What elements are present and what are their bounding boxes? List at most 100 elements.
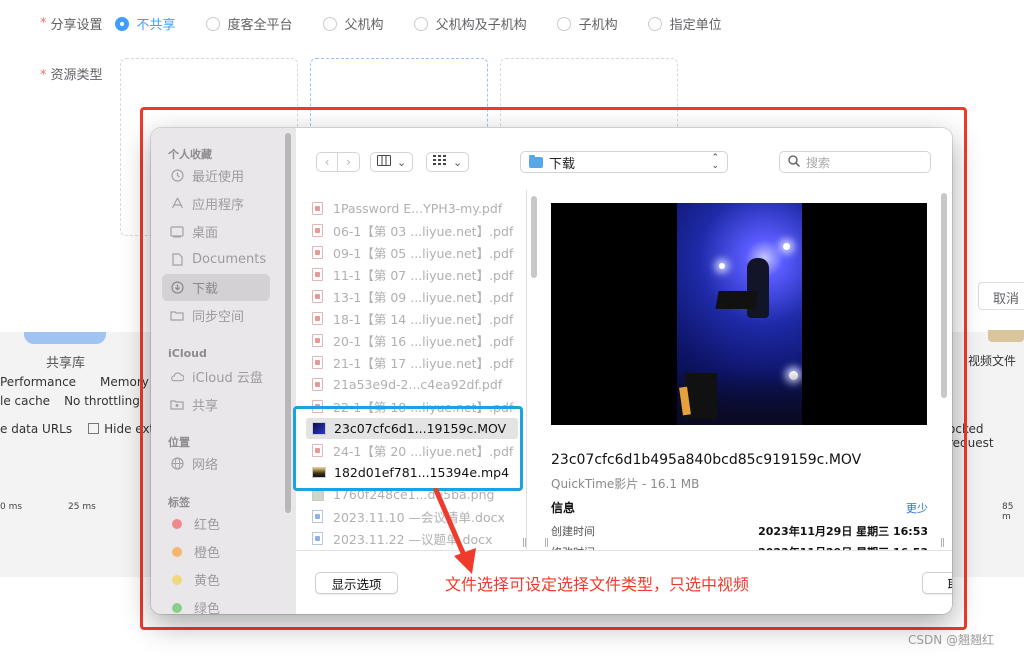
- watermark: CSDN @翘翘红: [908, 633, 995, 647]
- info-key: 创建时间: [551, 525, 595, 538]
- show-options-button[interactable]: 显示选项: [315, 572, 398, 594]
- sidebar-tag-red[interactable]: 红色: [162, 510, 270, 537]
- pdf-file-icon: [312, 268, 323, 281]
- devtools-tab-memory[interactable]: Memory: [100, 375, 149, 389]
- video-preview[interactable]: [551, 203, 927, 425]
- column-view-button[interactable]: ⌄: [370, 152, 414, 172]
- radio-specified[interactable]: 指定单位: [647, 14, 722, 33]
- sidebar-item-network[interactable]: 网络: [162, 450, 270, 477]
- list-item[interactable]: 2023.11.10 —会议清单.docx: [306, 506, 518, 527]
- list-item[interactable]: 24-1【第 20 ...liyue.net】.pdf: [306, 440, 518, 461]
- file-open-dialog: 个人收藏 最近使用 应用程序 桌面 Documents 下载 同步空间 iClo…: [151, 128, 952, 614]
- list-item[interactable]: 2023.11.22 —议题单.docx: [306, 528, 518, 549]
- info-value: 2023年11月29日 星期三 16:53: [758, 525, 928, 538]
- sidebar-item-documents[interactable]: Documents: [162, 246, 270, 273]
- sidebar-item-icloud-drive[interactable]: iCloud 云盘: [162, 363, 270, 390]
- location-label: 下载: [549, 156, 576, 172]
- devtools-tab-performance[interactable]: Performance: [0, 375, 76, 389]
- image-file-icon: [312, 488, 324, 501]
- sidebar-item-label: 下载: [192, 282, 219, 297]
- info-heading: 信息: [551, 501, 576, 515]
- sidebar-item-label: 同步空间: [192, 310, 245, 325]
- sidebar-scrollbar[interactable]: [285, 133, 291, 513]
- share-setting-row: * 分享设置 不共享 度客全平台 父机构 父机构及子机构 子机构 指定单位: [40, 14, 722, 33]
- radio-parent[interactable]: 父机构: [322, 14, 384, 33]
- column-resize-handle[interactable]: ||: [940, 538, 945, 548]
- list-item[interactable]: 06-1【第 03 ...liyue.net】.pdf: [306, 220, 518, 241]
- annotation-text: 文件选择可设定选择文件类型，只选中视频: [445, 575, 750, 594]
- list-item[interactable]: 11-1【第 07 ...liyue.net】.pdf: [306, 264, 518, 285]
- list-item[interactable]: 13-1【第 09 ...liyue.net】.pdf: [306, 286, 518, 307]
- radio-platform[interactable]: 度客全平台: [205, 14, 293, 33]
- chevron-left-icon: ‹: [324, 155, 330, 169]
- sidebar-tag-orange[interactable]: 橙色: [162, 538, 270, 565]
- tag-color-dot: [172, 574, 182, 585]
- icloud-heading: iCloud: [168, 347, 207, 360]
- throttling-select[interactable]: No throttling: [64, 394, 140, 408]
- radio-parent-child[interactable]: 父机构及子机构: [413, 14, 527, 33]
- list-item[interactable]: 182d01ef781...15394e.mp4: [306, 462, 518, 483]
- list-item[interactable]: 22-1【第 18 ...liyue.net】.pdf: [306, 396, 518, 417]
- list-item[interactable]: 1Password E...YPH3-my.pdf: [306, 198, 518, 219]
- sidebar-item-sync[interactable]: 同步空间: [162, 302, 270, 329]
- video-file-icon: [312, 467, 326, 478]
- folder-icon: [170, 309, 184, 323]
- sidebar-item-label: 橙色: [194, 546, 221, 561]
- pdf-file-icon: [312, 312, 323, 325]
- list-item-selected[interactable]: 23c07cfc6d1...19159c.MOV: [306, 418, 518, 439]
- dialog-sidebar: 个人收藏 最近使用 应用程序 桌面 Documents 下载 同步空间 iClo…: [151, 128, 296, 614]
- grid-icon: [433, 155, 447, 169]
- cloud-icon: [170, 370, 184, 384]
- sidebar-item-label: 红色: [194, 518, 221, 533]
- music-stand: [715, 291, 759, 309]
- clock-icon: [170, 169, 184, 183]
- performer: [747, 258, 769, 318]
- columns-icon: [377, 155, 391, 169]
- preview-scrollbar[interactable]: [941, 193, 947, 398]
- sidebar-item-label: 共享: [192, 399, 219, 414]
- forward-button[interactable]: ›: [338, 152, 360, 172]
- column-resize-handle[interactable]: ||: [522, 538, 527, 548]
- sidebar-tag-green[interactable]: 绿色: [162, 594, 270, 614]
- show-less-link[interactable]: 更少: [906, 500, 928, 516]
- column-resize-handle[interactable]: ||: [544, 538, 549, 548]
- share-setting-label: 分享设置: [50, 18, 103, 33]
- location-select[interactable]: 下载 ⌃ ⌄: [520, 151, 728, 173]
- list-item[interactable]: 20-1【第 16 ...liyue.net】.pdf: [306, 330, 518, 351]
- search-input[interactable]: 搜索: [779, 151, 931, 173]
- download-icon: [170, 281, 184, 295]
- tag-color-dot: [172, 602, 182, 613]
- sidebar-item-desktop[interactable]: 桌面: [162, 218, 270, 245]
- sidebar-item-shared[interactable]: 共享: [162, 391, 270, 418]
- required-mark: *: [40, 16, 47, 31]
- sidebar-item-recents[interactable]: 最近使用: [162, 162, 270, 189]
- list-item[interactable]: 21a53e9d-2...c4ea92df.pdf: [306, 374, 518, 395]
- tag-color-dot: [172, 546, 182, 557]
- stage-light: [719, 263, 725, 269]
- hide-data-urls-label: e data URLs: [0, 422, 73, 436]
- list-item[interactable]: 21-1【第 17 ...liyue.net】.pdf: [306, 352, 518, 373]
- radio-child[interactable]: 子机构: [556, 14, 618, 33]
- pdf-file-icon: [312, 334, 323, 347]
- preview-pane: 23c07cfc6d1b495a840bcd85c919159c.MOV Qui…: [527, 190, 952, 559]
- sidebar-item-applications[interactable]: 应用程序: [162, 190, 270, 217]
- sidebar-item-label: 应用程序: [192, 198, 245, 213]
- sidebar-item-label: 黄色: [194, 574, 221, 589]
- pdf-file-icon: [312, 224, 323, 237]
- list-item[interactable]: 09-1【第 05 ...liyue.net】.pdf: [306, 242, 518, 263]
- docx-file-icon: [312, 532, 323, 545]
- list-item[interactable]: 18-1【第 14 ...liyue.net】.pdf: [306, 308, 518, 329]
- group-view-button[interactable]: ⌄: [426, 152, 470, 172]
- back-button[interactable]: ‹: [316, 152, 338, 172]
- sidebar-item-downloads[interactable]: 下载: [162, 274, 270, 301]
- radio-no-share[interactable]: 不共享: [114, 14, 176, 33]
- network-icon: [170, 457, 184, 471]
- video-thumbnail: [677, 203, 802, 425]
- list-item[interactable]: 1760f248ce1...de5ba.png: [306, 484, 518, 505]
- bg-cancel-button[interactable]: 取消: [978, 282, 1024, 310]
- cancel-button[interactable]: 取消: [922, 572, 952, 594]
- chevron-down-icon: ⌄: [397, 155, 407, 169]
- bg-tab-indicator: [24, 332, 106, 344]
- sidebar-tag-yellow[interactable]: 黄色: [162, 566, 270, 593]
- bg-tab-label: 共享库: [46, 356, 86, 371]
